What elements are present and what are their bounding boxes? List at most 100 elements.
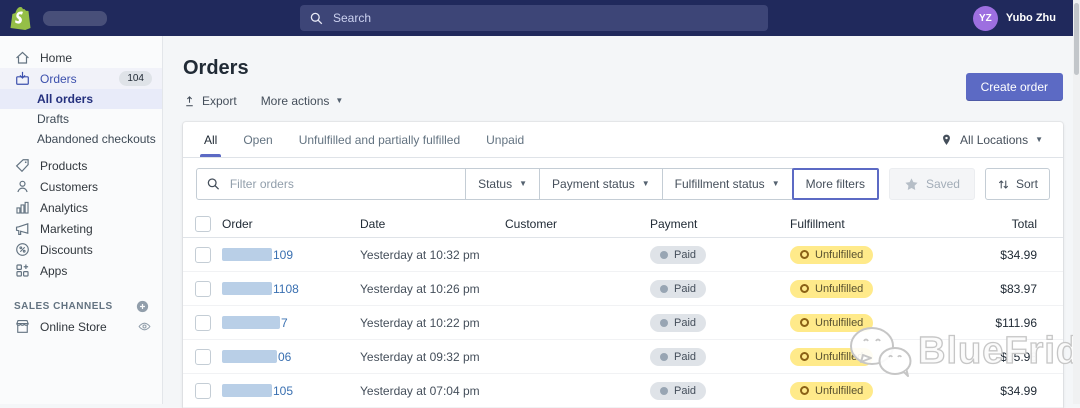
- select-all-checkbox[interactable]: [195, 216, 211, 232]
- chevron-down-icon: ▼: [772, 180, 780, 188]
- export-icon: [183, 95, 196, 108]
- sidebar-item-products[interactable]: Products: [0, 155, 162, 176]
- payment-status-filter-button[interactable]: Payment status ▼: [539, 168, 663, 200]
- table-row[interactable]: 7 Yesterday at 10:22 pm Paid Unfulfilled…: [183, 306, 1063, 340]
- page-scrollbar[interactable]: [1073, 0, 1080, 404]
- sidebar-item-home[interactable]: Home: [0, 47, 162, 68]
- fulfillment-status-badge: Unfulfilled: [790, 348, 873, 366]
- column-header-total[interactable]: Total: [960, 217, 1037, 231]
- order-date: Yesterday at 10:26 pm: [360, 282, 505, 296]
- chevron-down-icon: ▼: [335, 97, 343, 105]
- page-header: Orders Export More actions ▼ Create orde…: [163, 36, 1080, 110]
- export-button[interactable]: Export: [183, 94, 237, 108]
- create-order-button[interactable]: Create order: [966, 73, 1063, 101]
- sales-channels-header: SALES CHANNELS: [0, 296, 162, 316]
- payment-status-badge: Paid: [650, 314, 706, 332]
- order-prefix-redacted: [222, 316, 280, 329]
- column-header-date[interactable]: Date: [360, 217, 505, 231]
- paid-dot-icon: [660, 387, 668, 395]
- filter-search-icon: [207, 177, 220, 191]
- scrollbar-thumb[interactable]: [1074, 3, 1079, 75]
- fulfillment-status-badge: Unfulfilled: [790, 280, 873, 298]
- sidebar-item-all-orders[interactable]: All orders: [0, 89, 162, 109]
- payment-status-badge: Paid: [650, 348, 706, 366]
- locations-dropdown[interactable]: All Locations ▼: [928, 122, 1055, 157]
- orders-icon: [14, 70, 31, 87]
- order-total: $55.98: [960, 350, 1037, 364]
- paid-dot-icon: [660, 319, 668, 327]
- sidebar-item-drafts[interactable]: Drafts: [0, 109, 162, 129]
- sidebar-item-apps[interactable]: Apps: [0, 260, 162, 281]
- filter-orders-field[interactable]: [196, 168, 466, 200]
- table-row[interactable]: 06 Yesterday at 09:32 pm Paid Unfulfille…: [183, 340, 1063, 374]
- row-checkbox[interactable]: [195, 281, 211, 297]
- customers-icon: [14, 178, 31, 195]
- sidebar-item-customers[interactable]: Customers: [0, 176, 162, 197]
- column-header-payment[interactable]: Payment: [650, 217, 790, 231]
- order-prefix-redacted: [222, 350, 277, 363]
- chevron-down-icon: ▼: [1035, 136, 1043, 144]
- sidebar: Home Orders 104 All orders Drafts Abando…: [0, 36, 163, 404]
- store-name-redacted: [43, 11, 107, 26]
- order-total: $34.99: [960, 248, 1037, 262]
- global-search[interactable]: [300, 5, 768, 31]
- sidebar-item-discounts[interactable]: Discounts: [0, 239, 162, 260]
- saved-button[interactable]: Saved: [889, 168, 975, 200]
- user-menu[interactable]: YZ Yubo Zhu: [973, 0, 1056, 36]
- table-row[interactable]: 105 Yesterday at 07:04 pm Paid Unfulfill…: [183, 374, 1063, 408]
- sidebar-item-orders[interactable]: Orders 104: [0, 68, 162, 89]
- order-total: $111.96: [960, 316, 1037, 330]
- order-number-link[interactable]: 105: [222, 384, 360, 398]
- payment-status-badge: Paid: [650, 382, 706, 400]
- paid-dot-icon: [660, 353, 668, 361]
- order-total: $34.99: [960, 384, 1037, 398]
- shopify-logo-icon[interactable]: [10, 6, 32, 30]
- chevron-down-icon: ▼: [519, 180, 527, 188]
- user-name: Yubo Zhu: [1006, 12, 1056, 24]
- sidebar-item-analytics[interactable]: Analytics: [0, 197, 162, 218]
- row-checkbox[interactable]: [195, 383, 211, 399]
- sidebar-item-online-store[interactable]: Online Store: [0, 316, 162, 337]
- star-icon: [904, 177, 919, 192]
- filter-orders-input[interactable]: [228, 176, 455, 192]
- sort-button[interactable]: Sort: [985, 168, 1050, 200]
- more-actions-button[interactable]: More actions ▼: [261, 94, 344, 108]
- add-channel-button[interactable]: [135, 299, 150, 314]
- sidebar-item-marketing[interactable]: Marketing: [0, 218, 162, 239]
- column-header-customer[interactable]: Customer: [505, 217, 650, 231]
- order-number-link[interactable]: 1108: [222, 282, 360, 296]
- fulfillment-status-badge: Unfulfilled: [790, 246, 873, 264]
- order-number-link[interactable]: 06: [222, 350, 360, 364]
- tab-open[interactable]: Open: [230, 122, 285, 157]
- analytics-icon: [14, 199, 31, 216]
- column-header-fulfillment[interactable]: Fulfillment: [790, 217, 960, 231]
- unfulfilled-ring-icon: [800, 250, 809, 259]
- sort-arrows-icon: [997, 178, 1010, 191]
- payment-status-badge: Paid: [650, 280, 706, 298]
- products-icon: [14, 157, 31, 174]
- order-prefix-redacted: [222, 282, 272, 295]
- tab-unpaid[interactable]: Unpaid: [473, 122, 537, 157]
- search-input[interactable]: [331, 10, 758, 26]
- avatar: YZ: [973, 6, 998, 31]
- table-row[interactable]: 109 Yesterday at 10:32 pm Paid Unfulfill…: [183, 238, 1063, 272]
- status-filter-button[interactable]: Status ▼: [465, 168, 540, 200]
- order-prefix-redacted: [222, 248, 272, 261]
- view-store-eye-icon[interactable]: [137, 319, 152, 334]
- chevron-down-icon: ▼: [642, 180, 650, 188]
- sidebar-item-abandoned-checkouts[interactable]: Abandoned checkouts: [0, 129, 162, 149]
- fulfillment-status-filter-button[interactable]: Fulfillment status ▼: [662, 168, 793, 200]
- more-filters-button[interactable]: More filters: [792, 168, 879, 200]
- row-checkbox[interactable]: [195, 349, 211, 365]
- row-checkbox[interactable]: [195, 315, 211, 331]
- tab-all[interactable]: All: [191, 122, 230, 157]
- order-number-link[interactable]: 7: [222, 316, 360, 330]
- row-checkbox[interactable]: [195, 247, 211, 263]
- tab-unfulfilled[interactable]: Unfulfilled and partially fulfilled: [286, 122, 473, 157]
- order-number-link[interactable]: 109: [222, 248, 360, 262]
- storefront-icon: [14, 318, 31, 335]
- paid-dot-icon: [660, 285, 668, 293]
- column-header-order[interactable]: Order: [222, 217, 360, 231]
- table-row[interactable]: 1108 Yesterday at 10:26 pm Paid Unfulfil…: [183, 272, 1063, 306]
- unfulfilled-ring-icon: [800, 386, 809, 395]
